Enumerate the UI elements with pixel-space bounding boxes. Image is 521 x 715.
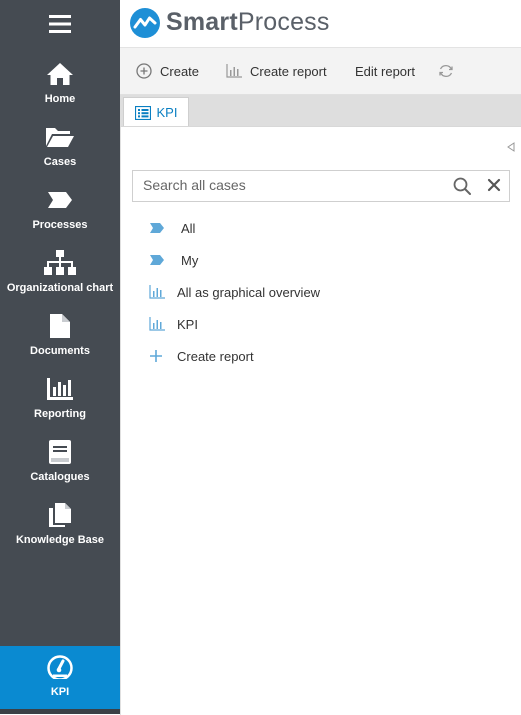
chart-icon <box>149 316 169 332</box>
collapse-caret-icon[interactable] <box>507 139 515 157</box>
list-item-my[interactable]: My <box>121 247 519 273</box>
sidebar-item-label: Home <box>44 93 76 105</box>
refresh-icon <box>439 65 453 77</box>
copy-icon <box>0 502 120 528</box>
sidebar-item-catalogues[interactable]: Catalogues <box>0 431 120 494</box>
clear-icon[interactable] <box>487 178 501 197</box>
sidebar-item-reporting[interactable]: Reporting <box>0 368 120 431</box>
tag-icon <box>149 220 169 236</box>
list-item-label: Create report <box>177 349 254 364</box>
folder-open-icon <box>0 124 120 150</box>
create-report-button[interactable]: Create report <box>226 48 327 94</box>
logo-process: Process <box>237 8 330 36</box>
sidebar-item-label: Reporting <box>34 408 86 420</box>
chart-icon <box>226 64 242 78</box>
list-item-label: All as graphical overview <box>177 285 321 300</box>
tab-strip: KPI <box>120 95 521 127</box>
chart-icon <box>149 284 169 300</box>
sidebar-item-organizational-chart[interactable]: Organizational chart <box>0 242 120 305</box>
list-item-label: My <box>181 253 199 268</box>
logo-icon <box>130 8 160 38</box>
edit-report-button[interactable]: Edit report <box>355 48 415 94</box>
document-icon <box>0 313 120 339</box>
sidebar: Home Cases Processes Organizational char… <box>0 0 120 714</box>
search-icon[interactable] <box>453 177 471 200</box>
tab-label: KPI <box>156 105 178 120</box>
logo-smart: Smart <box>166 8 238 36</box>
sidebar-footer <box>0 709 120 714</box>
app-header: SmartProcess <box>120 0 521 48</box>
sidebar-item-home[interactable]: Home <box>0 53 120 116</box>
sidebar-item-label: Knowledge Base <box>15 534 105 546</box>
sidebar-item-label: Catalogues <box>30 471 90 483</box>
catalogue-icon <box>0 439 120 465</box>
refresh-button[interactable] <box>438 48 462 94</box>
sidebar-item-label: Organizational chart <box>6 282 114 294</box>
list-item-all[interactable]: All <box>121 215 519 241</box>
app-logo-text: SmartProcess <box>166 8 330 37</box>
create-label: Create <box>160 63 200 79</box>
list-item-create-report[interactable]: Create report <box>121 343 519 369</box>
create-report-label: Create report <box>250 63 327 79</box>
hamburger-menu-icon[interactable] <box>0 0 120 47</box>
sidebar-item-processes[interactable]: Processes <box>0 179 120 242</box>
toolbar: Create Create report Edit report <box>120 48 521 95</box>
sidebar-item-documents[interactable]: Documents <box>0 305 120 368</box>
plus-icon <box>149 348 169 364</box>
sidebar-item-label: Processes <box>32 219 88 231</box>
sidebar-item-kpi[interactable]: KPI <box>0 646 120 709</box>
sidebar-item-cases[interactable]: Cases <box>0 116 120 179</box>
list-item-label: All <box>181 221 196 236</box>
main-panel: All My All as graphical overview KPI Cre… <box>120 126 521 715</box>
sidebar-item-label: Documents <box>30 345 90 357</box>
speedometer-icon <box>0 654 120 680</box>
list-item-graphical-overview[interactable]: All as graphical overview <box>121 279 519 305</box>
search-input[interactable] <box>133 171 443 199</box>
list-item-kpi[interactable]: KPI <box>121 311 519 337</box>
plus-circle-icon <box>136 63 152 79</box>
org-chart-icon <box>0 250 120 276</box>
create-button[interactable]: Create <box>136 48 199 94</box>
edit-report-label: Edit report <box>355 63 415 79</box>
sidebar-item-label: KPI <box>50 686 70 698</box>
bar-chart-icon <box>0 376 120 402</box>
tab-kpi[interactable]: KPI <box>123 97 189 127</box>
sidebar-item-knowledge-base[interactable]: Knowledge Base <box>0 494 120 557</box>
list-item-label: KPI <box>177 317 198 332</box>
home-icon <box>0 61 120 87</box>
tag-icon <box>149 252 169 268</box>
process-tag-icon <box>0 187 120 213</box>
sidebar-item-label: Cases <box>43 156 77 168</box>
list-icon <box>134 105 151 120</box>
search-box <box>132 170 510 202</box>
